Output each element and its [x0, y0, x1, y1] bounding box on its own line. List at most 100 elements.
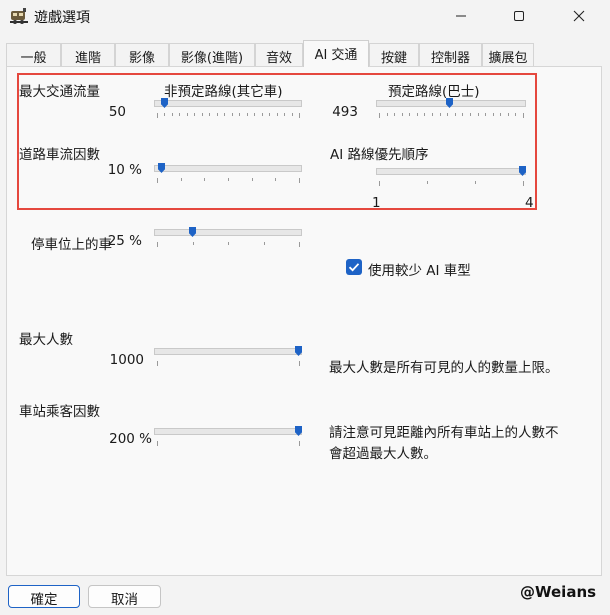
slider-tick	[157, 178, 158, 183]
slider-tick	[261, 113, 263, 116]
tab-keys[interactable]: 按鍵	[369, 43, 419, 66]
slider-tick	[251, 178, 253, 181]
station-passenger-factor-label: 車站乘客因數	[19, 404, 100, 420]
slider-tick	[432, 113, 434, 116]
slider-tick	[171, 113, 173, 116]
slider-tick	[246, 113, 248, 116]
slider-tick	[209, 113, 211, 116]
ai-route-priority-slider[interactable]	[376, 166, 526, 188]
window-title: 遊戲選項	[34, 10, 90, 26]
fewer-ai-models-label[interactable]: 使用較少 AI 車型	[368, 259, 471, 279]
tab-ai-traffic[interactable]: AI 交通	[303, 40, 369, 67]
checkmark-icon	[348, 263, 360, 272]
slider-tick	[276, 113, 278, 116]
max-traffic-flow-label: 最大交通流量	[19, 84, 100, 100]
description-line: 會超過最大人數。	[329, 446, 437, 462]
road-traffic-density-value: 10 %	[107, 162, 142, 178]
slider-tick	[204, 178, 206, 181]
slider-tick	[180, 178, 182, 181]
ok-button[interactable]: 確定	[8, 585, 80, 608]
slider-track	[154, 348, 302, 355]
train-app-icon	[9, 7, 29, 27]
slider-ticks	[157, 113, 300, 118]
slider-track	[376, 168, 526, 175]
max-people-value: 1000	[109, 352, 144, 368]
slider-tick	[179, 113, 181, 116]
road-traffic-density-slider[interactable]	[154, 163, 302, 185]
tab-graphics-advanced[interactable]: 影像(進階)	[169, 43, 255, 66]
slider-track	[154, 165, 302, 172]
slider-tick	[475, 181, 476, 184]
ai-route-priority-min: 1	[372, 195, 381, 211]
slider-tick	[263, 242, 265, 245]
slider-tick	[500, 113, 502, 116]
slider-tick	[192, 242, 194, 245]
slider-tick	[231, 113, 233, 116]
tab-general[interactable]: 一般	[6, 43, 61, 66]
slider-tick	[224, 113, 226, 116]
slider-tick	[299, 361, 300, 366]
maximize-button[interactable]	[496, 0, 541, 32]
slider-tick	[164, 113, 166, 116]
slider-tick	[291, 113, 293, 116]
slider-tick	[228, 178, 229, 181]
slider-tick	[485, 113, 487, 116]
slider-tick	[515, 113, 517, 116]
road-traffic-density-label: 道路車流因數	[19, 147, 100, 163]
slider-tick	[157, 441, 158, 446]
slider-ticks	[157, 242, 300, 247]
slider-tick	[523, 181, 524, 186]
max-people-description: 最大人數是所有可見的人的數量上限。	[329, 360, 559, 376]
description-line: 請注意可見距離內所有車站上的人數不	[329, 425, 559, 441]
slider-tick	[194, 113, 196, 116]
ai-route-priority-max: 4	[525, 195, 534, 211]
max-people-slider[interactable]	[154, 346, 302, 368]
slider-tick	[416, 113, 418, 116]
slider-tick	[477, 113, 479, 116]
slider-tick	[447, 113, 449, 116]
fewer-ai-models-checkbox[interactable]	[346, 259, 362, 275]
slider-tick	[454, 113, 456, 116]
maximize-icon	[513, 11, 524, 21]
station-passenger-factor-description: 請注意可見距離內所有車站上的人數不 會超過最大人數。	[329, 423, 559, 465]
slider-tick	[269, 113, 271, 116]
slider-tick	[492, 113, 494, 116]
slider-tick	[507, 113, 509, 116]
cancel-button[interactable]: 取消	[88, 585, 161, 608]
slider-tick	[284, 113, 286, 116]
slider-tick	[439, 113, 441, 116]
close-icon	[573, 10, 584, 22]
slider-tick	[409, 113, 411, 116]
slider-tick	[427, 181, 428, 184]
ai-route-priority-label: AI 路線優先順序	[330, 147, 429, 163]
minimize-icon	[455, 15, 466, 17]
slider-tick	[157, 242, 158, 247]
slider-tick	[186, 113, 188, 116]
title-bar: 遊戲選項	[0, 0, 610, 34]
slider-ticks	[157, 361, 300, 366]
slider-tick	[299, 441, 300, 446]
slider-track	[154, 100, 302, 107]
slider-tick	[424, 113, 426, 116]
scheduled-routes-value: 493	[332, 104, 358, 120]
slider-tick	[239, 113, 241, 116]
slider-tick	[157, 361, 158, 366]
tab-addons[interactable]: 擴展包	[482, 43, 534, 66]
slider-tick	[379, 113, 380, 118]
unscheduled-routes-slider[interactable]	[154, 98, 302, 120]
tab-sound[interactable]: 音效	[255, 43, 303, 66]
unscheduled-routes-value: 50	[108, 104, 126, 120]
scheduled-routes-label: 預定路線(巴士)	[388, 84, 480, 100]
slider-tick	[523, 113, 524, 118]
parked-cars-slider[interactable]	[154, 227, 302, 249]
minimize-button[interactable]	[438, 0, 483, 32]
slider-ticks	[379, 113, 524, 118]
tab-advanced[interactable]: 進階	[61, 43, 115, 66]
slider-ticks	[157, 178, 300, 183]
station-passenger-factor-slider[interactable]	[154, 426, 302, 448]
close-button[interactable]	[556, 0, 601, 32]
slider-tick	[275, 178, 277, 181]
tab-controller[interactable]: 控制器	[419, 43, 482, 66]
tab-graphics[interactable]: 影像	[115, 43, 169, 66]
scheduled-routes-slider[interactable]	[376, 98, 526, 120]
